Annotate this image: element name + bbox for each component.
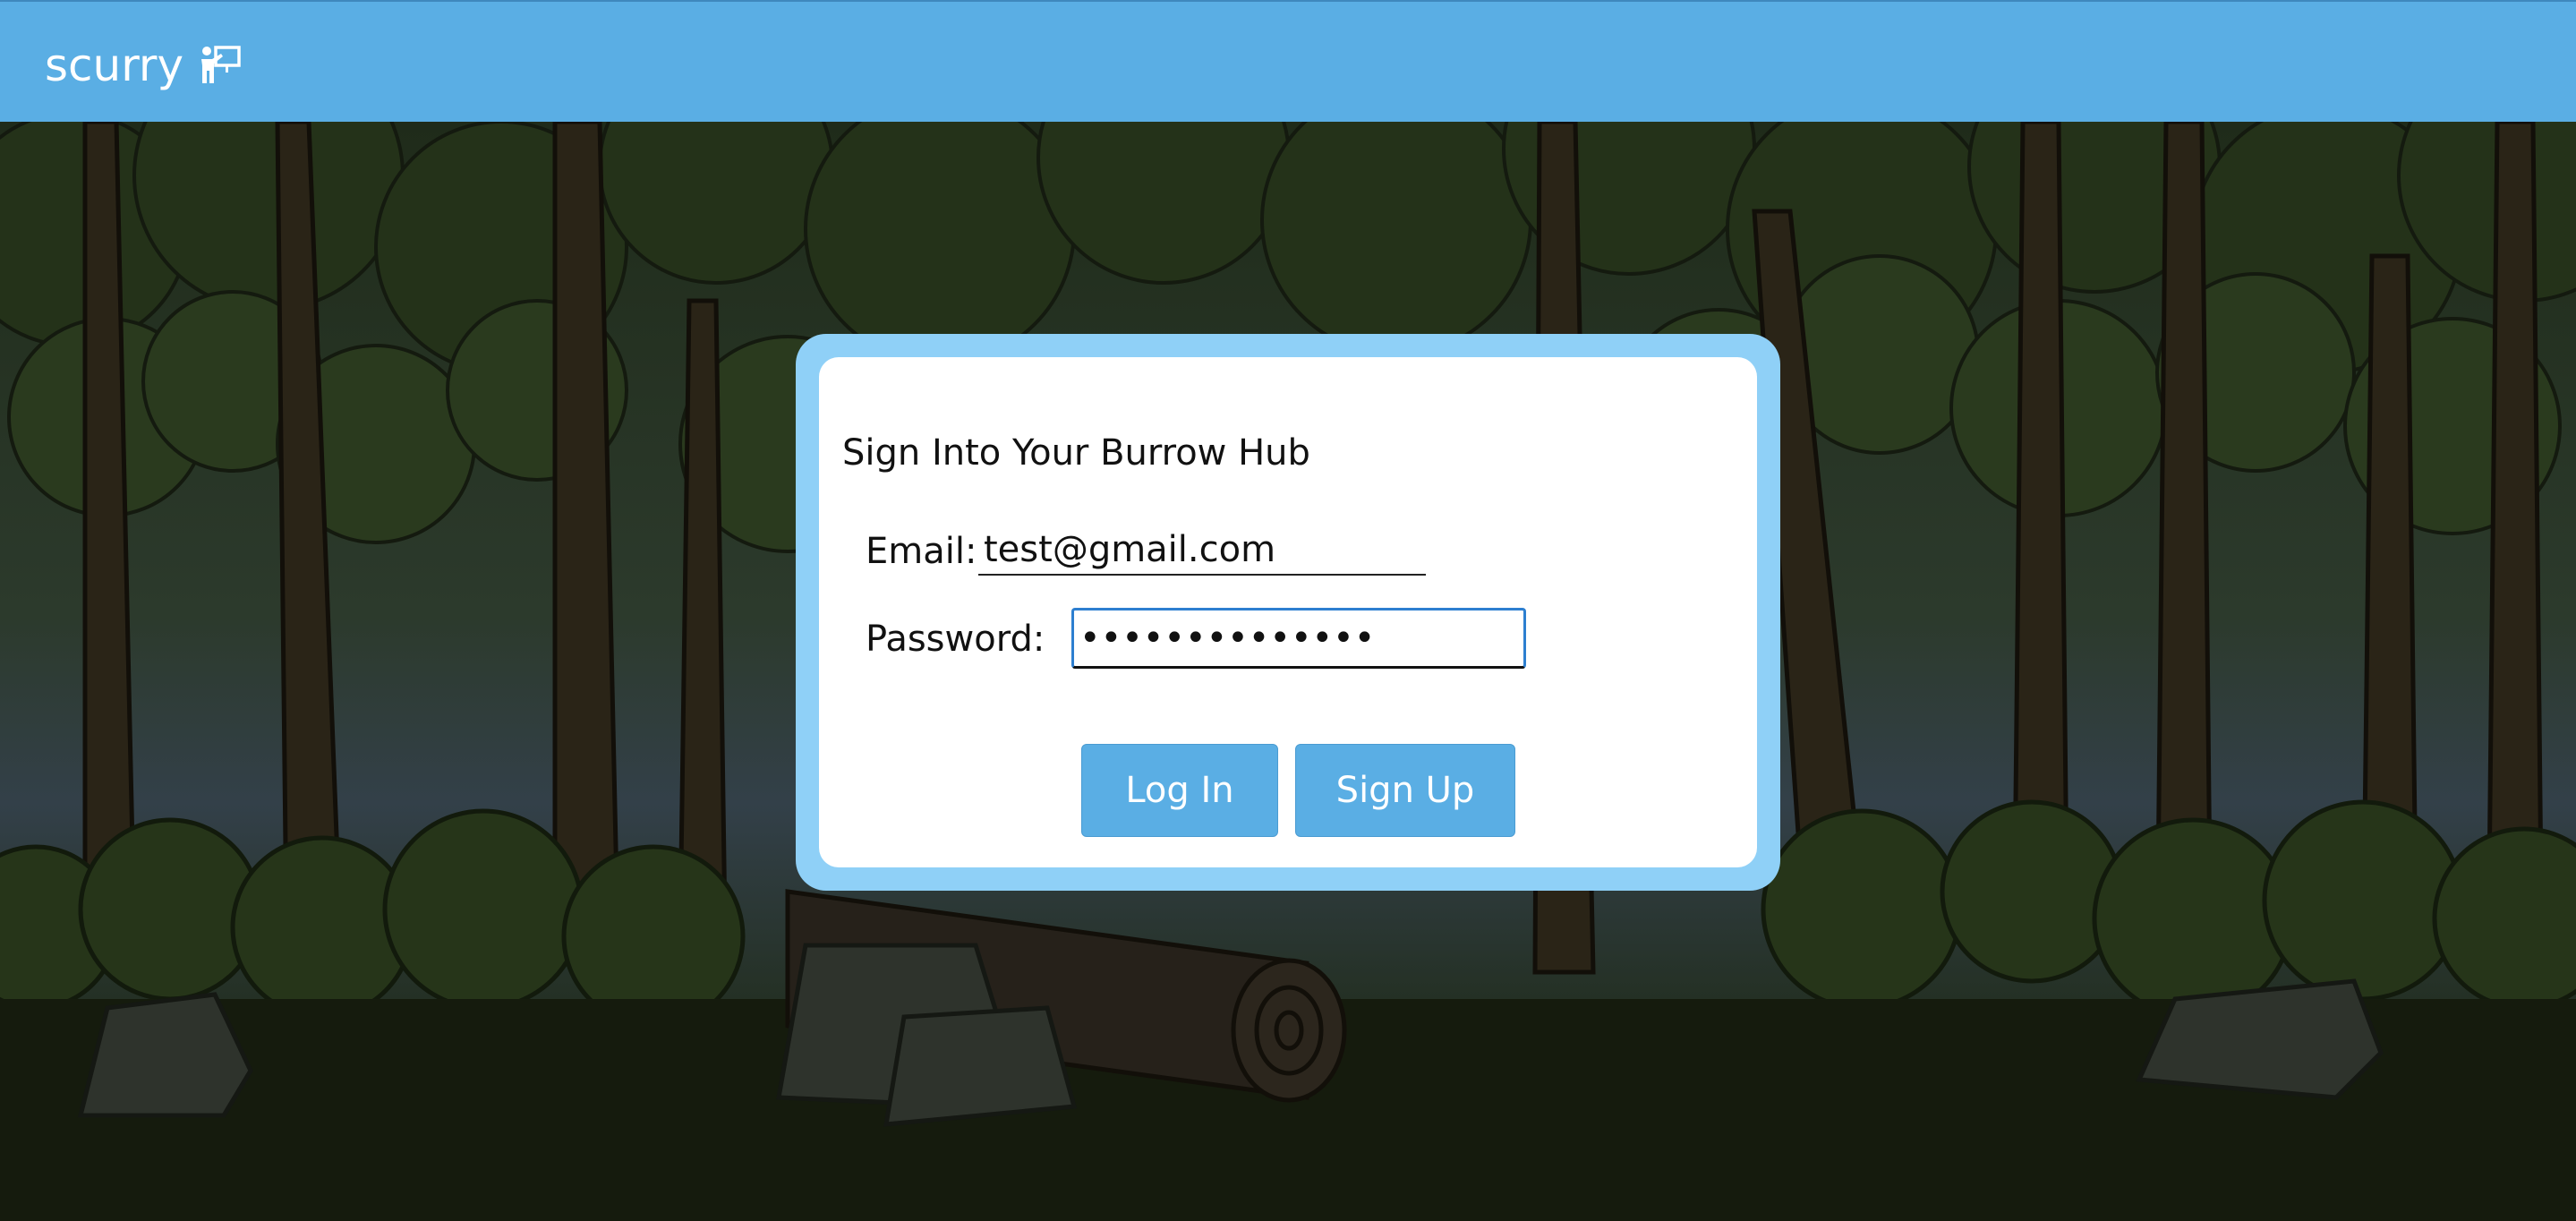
page: scurry Sign Into Your Burrow Hub Email: …: [0, 0, 2576, 1221]
login-title: Sign Into Your Burrow Hub: [842, 432, 1310, 474]
signup-button[interactable]: Sign Up: [1295, 744, 1515, 837]
brand-name: scurry: [45, 39, 184, 91]
brand-logo[interactable]: scurry: [45, 34, 243, 97]
password-label: Password:: [866, 619, 1045, 660]
top-bar: scurry: [0, 0, 2576, 122]
presenter-board-icon: [201, 46, 241, 83]
email-field[interactable]: [978, 525, 1426, 576]
email-label: Email:: [866, 531, 977, 572]
password-field[interactable]: [1071, 608, 1526, 669]
login-form: Sign Into Your Burrow Hub Email: Passwor…: [819, 357, 1757, 867]
login-button[interactable]: Log In: [1081, 744, 1278, 837]
login-card: Sign Into Your Burrow Hub Email: Passwor…: [796, 334, 1780, 891]
